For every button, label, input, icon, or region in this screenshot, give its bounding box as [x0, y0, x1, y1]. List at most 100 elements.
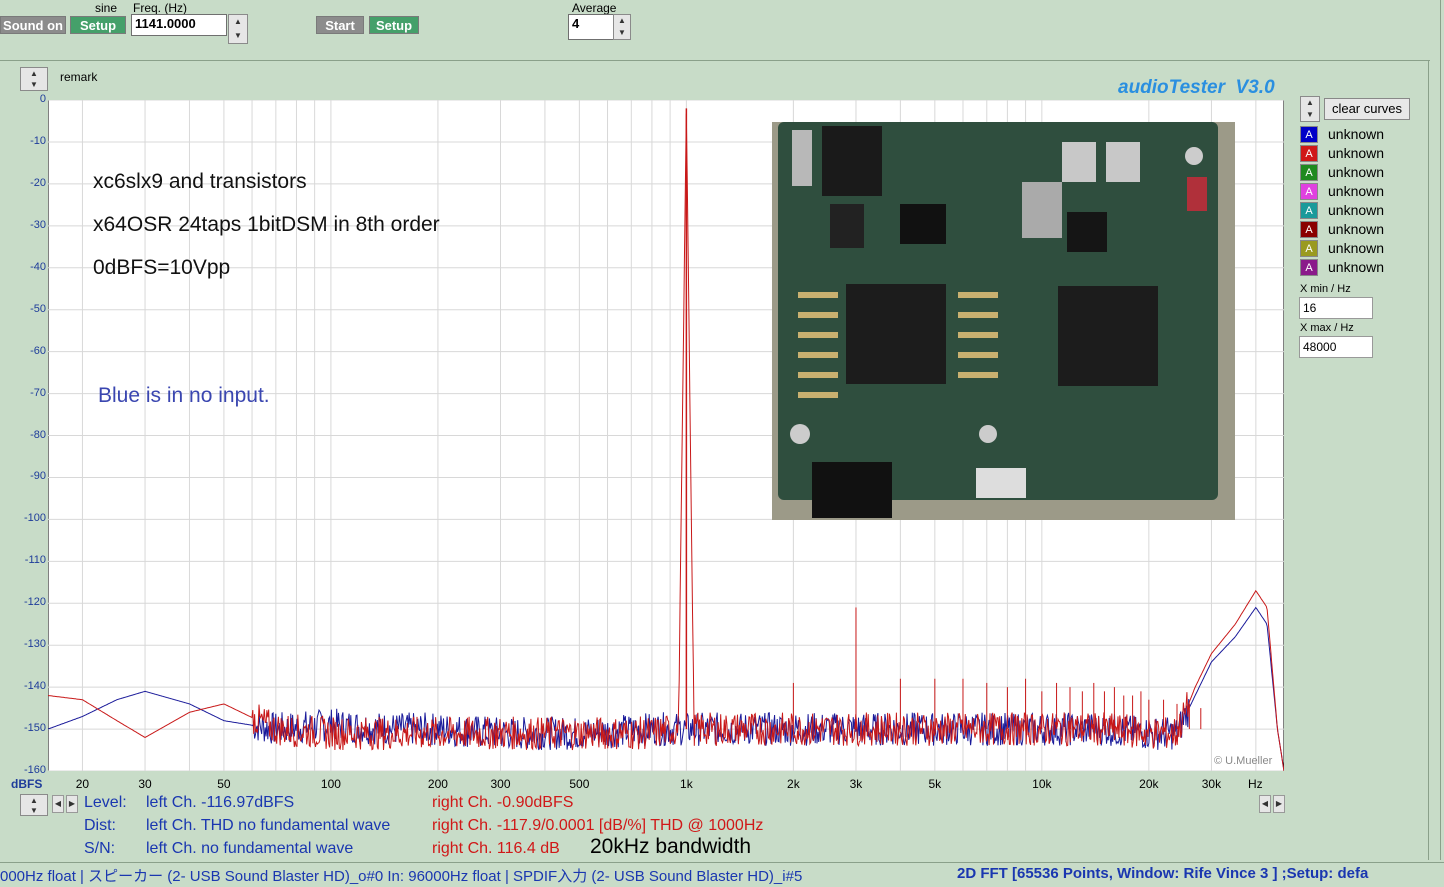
legend-label: unknown	[1328, 145, 1385, 161]
circuit-board-photo	[772, 122, 1235, 520]
x-unit-label: Hz	[1248, 777, 1263, 791]
y-unit-label: dBFS	[11, 777, 43, 791]
legend-label: unknown	[1328, 126, 1385, 142]
up-arrow-icon[interactable]: ▲	[1301, 97, 1319, 109]
up-arrow-icon[interactable]: ▲	[614, 15, 630, 27]
x-tick-label: 200	[427, 777, 448, 791]
y-tick-label: -110	[24, 554, 46, 567]
freq-input[interactable]: 1141.0000	[131, 14, 227, 36]
y-tick-label: -120	[23, 596, 46, 609]
scroll-left-button-right[interactable]: ◀	[1259, 795, 1271, 813]
waveform-label: sine	[95, 1, 118, 15]
legend-label: unknown	[1328, 259, 1385, 275]
x-tick-label: 50	[217, 777, 231, 791]
level-left-value: left Ch. -116.97dBFS	[146, 794, 295, 811]
y-tick-label: -40	[30, 260, 46, 273]
level-label: Level:	[84, 794, 127, 811]
x-tick-label: 500	[569, 777, 590, 791]
freq-stepper[interactable]: ▲ ▼	[228, 14, 248, 44]
y-tick-label: -100	[23, 512, 46, 525]
x-tick-label: 1k	[680, 777, 693, 791]
scroll-right-button-right[interactable]: ▶	[1273, 795, 1285, 813]
down-arrow-icon[interactable]: ▼	[229, 29, 247, 43]
curve-color-swatch[interactable]: A	[1300, 183, 1318, 200]
scroll-left-button[interactable]: ◀	[52, 795, 64, 813]
y-tick-label: -70	[30, 386, 46, 399]
y-tick-label: -90	[30, 470, 46, 483]
legend-label: unknown	[1328, 183, 1385, 199]
x-tick-label: 3k	[849, 777, 863, 791]
curve-color-swatch[interactable]: A	[1300, 126, 1318, 143]
curve-color-swatch[interactable]: A	[1300, 145, 1318, 162]
y-tick-label: -20	[30, 176, 46, 189]
xmax-label: X max / Hz	[1300, 322, 1354, 334]
dist-label: Dist:	[84, 817, 116, 834]
down-arrow-icon[interactable]: ▼	[21, 805, 47, 815]
status-right: 2D FFT [65536 Points, Window: Rife Vince…	[957, 865, 1369, 882]
average-input[interactable]: 4	[568, 14, 614, 40]
sn-left-value: left Ch. no fundamental wave	[146, 840, 354, 857]
clear-curves-button[interactable]: clear curves	[1324, 98, 1410, 120]
y-tick-label: -60	[30, 344, 46, 357]
generator-setup-button[interactable]: Setup	[70, 16, 126, 34]
note-line-3: 0dBFS=10Vpp	[93, 256, 231, 279]
y-tick-label: -10	[30, 134, 46, 147]
dist-left-value: left Ch. THD no fundamental wave	[146, 817, 391, 834]
up-arrow-icon[interactable]: ▲	[21, 795, 47, 805]
curve-color-swatch[interactable]: A	[1300, 240, 1318, 257]
y-tick-label: 0	[39, 93, 46, 105]
y-tick-label: -150	[23, 722, 46, 735]
x-tick-label: 20	[75, 777, 90, 791]
x-tick-label: 2k	[787, 777, 800, 791]
curve-color-swatch[interactable]: A	[1300, 221, 1318, 238]
y-tick-label: -130	[23, 638, 46, 651]
freq-label: Freq. (Hz)	[133, 1, 187, 15]
curve-color-swatch[interactable]: A	[1300, 202, 1318, 219]
x-tick-label: 100	[320, 777, 341, 791]
x-tick-label: 30	[138, 777, 152, 791]
x-tick-label: 30k	[1201, 777, 1222, 791]
y-tick-label: -140	[23, 680, 46, 693]
legend-label: unknown	[1328, 164, 1385, 180]
remark-label: remark	[60, 70, 98, 84]
y-axis-labels: 0 -10 -20 -30 -40 -50 -60 -70 -80 -90 -100 -110 -120…	[0, 0, 50, 886]
average-label: Average	[572, 1, 617, 15]
scroll-right-button[interactable]: ▶	[66, 795, 78, 813]
app-title: audioTester V3.0	[1118, 77, 1275, 98]
bandwidth-note: 20kHz bandwidth	[590, 835, 752, 858]
xmax-input[interactable]: 48000	[1299, 336, 1373, 358]
status-bar: 000Hz float | スピーカー (2- USB Sound Blaste…	[0, 862, 1444, 887]
x-tick-label: 20k	[1139, 777, 1159, 791]
legend-label: unknown	[1328, 202, 1385, 218]
sn-label: S/N:	[84, 840, 116, 857]
analyzer-setup-button[interactable]: Setup	[369, 16, 419, 34]
curve-color-swatch[interactable]: A	[1300, 164, 1318, 181]
status-left: 000Hz float | スピーカー (2- USB Sound Blaste…	[0, 868, 803, 885]
x-tick-label: 5k	[928, 777, 942, 791]
down-arrow-icon[interactable]: ▼	[614, 27, 630, 39]
right-frame-line	[1428, 60, 1429, 860]
x-tick-label: 300	[490, 777, 511, 791]
y-tick-label: -80	[30, 428, 46, 441]
level-right-value: right Ch. -0.90dBFS	[432, 794, 574, 811]
xmin-input[interactable]: 16	[1299, 297, 1373, 319]
average-stepper[interactable]: ▲ ▼	[613, 14, 631, 40]
note-line-1: xc6slx9 and transistors	[93, 170, 307, 193]
curve-color-swatch[interactable]: A	[1300, 259, 1318, 276]
sn-right-value: right Ch. 116.4 dB	[432, 840, 560, 857]
up-arrow-icon[interactable]: ▲	[229, 15, 247, 29]
start-button[interactable]: Start	[316, 16, 364, 34]
y-tick-label: -50	[30, 302, 46, 315]
note-line-4: Blue is in no input.	[98, 384, 270, 407]
down-arrow-icon[interactable]: ▼	[1301, 109, 1319, 121]
y-tick-label: -30	[30, 218, 46, 231]
legend-label: unknown	[1328, 240, 1385, 256]
legend-label: unknown	[1328, 221, 1385, 237]
measurement-stepper[interactable]: ▲ ▼	[20, 794, 48, 816]
xmin-label: X min / Hz	[1300, 283, 1351, 295]
copyright-label: © U.Mueller	[1214, 755, 1273, 767]
right-edge-line	[1440, 0, 1441, 860]
toolbar-divider	[0, 60, 1430, 61]
legend-stepper[interactable]: ▲ ▼	[1300, 96, 1320, 122]
note-line-2: x64OSR 24taps 1bitDSM in 8th order	[93, 213, 440, 236]
